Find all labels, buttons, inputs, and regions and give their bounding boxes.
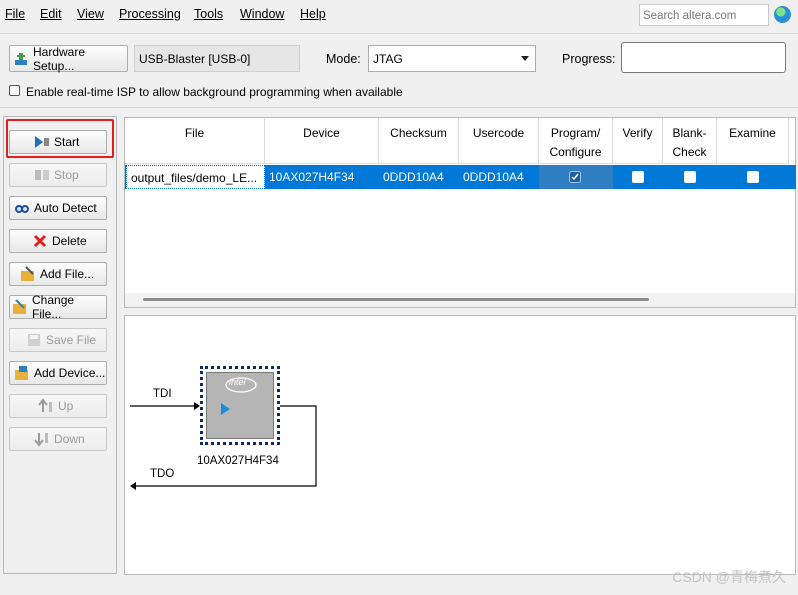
file-cell[interactable]: output_files/demo_LE... [126, 165, 265, 189]
down-icon [34, 431, 50, 447]
chip-arrow-icon [221, 403, 230, 415]
chip-logo-text: intel [229, 377, 246, 387]
chip-body: intel [206, 372, 274, 439]
header-file[interactable]: File [125, 118, 265, 164]
horizontal-scrollbar-thumb[interactable] [143, 298, 649, 301]
menu-bar: File Edit View Processing Tools Window H… [0, 0, 798, 28]
program-configure-checkbox[interactable] [569, 171, 581, 183]
menu-file[interactable]: File [5, 7, 25, 21]
down-button[interactable]: Down [9, 427, 107, 451]
stop-button[interactable]: Stop [9, 163, 107, 187]
hardware-field: USB-Blaster [USB-0] [134, 45, 300, 72]
auto-detect-icon [14, 200, 30, 216]
header-usercode[interactable]: Usercode [459, 118, 539, 164]
mode-label: Mode: [326, 52, 361, 66]
program-configure-cell [539, 165, 613, 189]
watermark: CSDN @青梅煮久 [672, 569, 786, 585]
divider [0, 33, 798, 34]
start-icon [34, 134, 50, 150]
change-file-button[interactable]: Change File... [9, 293, 107, 321]
progress-label: Progress: [562, 52, 616, 66]
tdi-label: TDI [153, 388, 172, 400]
up-icon [38, 398, 54, 414]
tdo-label: TDO [150, 468, 175, 480]
usercode-cell: 0DDD10A4 [463, 170, 524, 184]
checksum-cell: 0DDD10A4 [383, 170, 444, 184]
examine-checkbox[interactable] [747, 171, 759, 183]
isp-checkbox-label: Enable real-time ISP to allow background… [26, 85, 403, 99]
isp-checkbox[interactable] [9, 85, 20, 96]
verify-checkbox[interactable] [632, 171, 644, 183]
hardware-setup-button[interactable]: Hardware Setup... [9, 45, 128, 73]
delete-icon [32, 233, 48, 249]
header-verify[interactable]: Verify [613, 118, 663, 164]
stop-icon [34, 167, 50, 183]
progress-bar [621, 42, 786, 73]
search-input[interactable]: Search altera.com [639, 4, 769, 26]
header-examine[interactable]: Examine [717, 118, 789, 164]
header-program-configure[interactable]: Program/Configure [539, 118, 613, 164]
blank-check-checkbox[interactable] [684, 171, 696, 183]
add-device-button[interactable]: Add Device... [9, 361, 107, 385]
change-file-icon [12, 299, 28, 315]
menu-edit[interactable]: Edit [40, 7, 62, 21]
save-file-icon [26, 332, 42, 348]
divider [0, 107, 798, 108]
hardware-icon [13, 51, 29, 67]
menu-window[interactable]: Window [240, 7, 284, 21]
add-file-icon [20, 266, 36, 282]
jtag-chain-lines [130, 402, 317, 490]
menu-tools[interactable]: Tools [194, 7, 223, 21]
header-blank-check[interactable]: Blank- Check [663, 118, 717, 164]
device-chip-label: 10AX027H4F34 [197, 455, 279, 467]
save-file-button[interactable]: Save File [9, 328, 107, 352]
up-button[interactable]: Up [9, 394, 107, 418]
menu-help[interactable]: Help [300, 7, 326, 21]
delete-button[interactable]: Delete [9, 229, 107, 253]
menu-view[interactable]: View [77, 7, 104, 21]
globe-icon[interactable] [774, 6, 791, 23]
menu-processing[interactable]: Processing [119, 7, 181, 21]
header-checksum[interactable]: Checksum [379, 118, 459, 164]
start-button[interactable]: Start [9, 130, 107, 154]
device-cell: 10AX027H4F34 [269, 170, 355, 184]
auto-detect-button[interactable]: Auto Detect [9, 196, 107, 220]
add-file-button[interactable]: Add File... [9, 262, 107, 286]
header-device[interactable]: Device [265, 118, 379, 164]
table-row[interactable]: output_files/demo_LE... 10AX027H4F34 0DD… [125, 165, 796, 189]
mode-select[interactable]: JTAG [368, 45, 536, 72]
file-table: File Device Checksum Usercode Program/Co… [124, 117, 796, 308]
chevron-down-icon [521, 56, 529, 61]
add-device-icon [14, 365, 30, 381]
device-chip[interactable]: intel [200, 366, 280, 445]
